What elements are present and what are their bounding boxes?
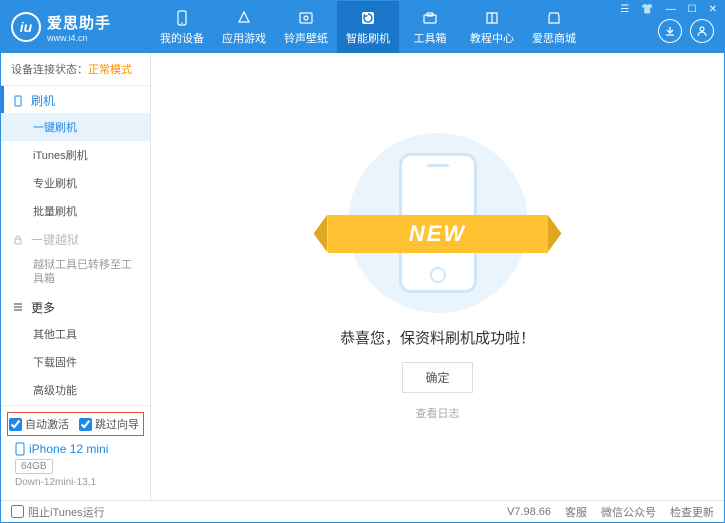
- sidebar-section-jailbreak: 一键越狱: [1, 225, 150, 252]
- section-label: 刷机: [31, 92, 55, 109]
- brand-domain: www.i4.cn: [47, 33, 111, 43]
- section-label: 一键越狱: [31, 231, 79, 248]
- sidebar-item-download-firmware[interactable]: 下载固件: [1, 348, 150, 376]
- nav-ringtones[interactable]: 铃声壁纸: [275, 1, 337, 53]
- phone-icon: [15, 442, 25, 456]
- phone-icon: [173, 9, 191, 27]
- ribbon-text: NEW: [328, 215, 548, 253]
- nav-toolbox[interactable]: 工具箱: [399, 1, 461, 53]
- phone-icon: [11, 94, 25, 108]
- section-label: 更多: [31, 299, 55, 316]
- lock-icon: [11, 233, 25, 247]
- sidebar-item-itunes-flash[interactable]: iTunes刷机: [1, 141, 150, 169]
- checkbox-skip-guide[interactable]: 跳过向导: [79, 416, 139, 432]
- close-button[interactable]: ✕: [706, 3, 720, 16]
- connection-status: 设备连接状态：正常模式: [1, 53, 150, 86]
- logo-icon: iu: [11, 12, 41, 42]
- window-controls: ☰ 👕 — ☐ ✕: [617, 3, 720, 16]
- nav-label: 铃声壁纸: [284, 30, 328, 46]
- check-update-link[interactable]: 检查更新: [670, 504, 714, 520]
- nav-store[interactable]: 爱思商城: [523, 1, 585, 53]
- sidebar-section-flash[interactable]: 刷机: [1, 86, 150, 113]
- sidebar: 设备连接状态：正常模式 刷机 一键刷机 iTunes刷机 专业刷机 批量刷机 一…: [1, 53, 151, 500]
- sidebar-item-other-tools[interactable]: 其他工具: [1, 320, 150, 348]
- version-label: V7.98.66: [507, 506, 551, 518]
- footer: 阻止iTunes运行 V7.98.66 客服 微信公众号 检查更新: [1, 500, 724, 522]
- sidebar-jailbreak-note: 越狱工具已转移至工具箱: [1, 252, 150, 293]
- nav-my-device[interactable]: 我的设备: [151, 1, 213, 53]
- device-model: Down-12mini-13,1: [15, 477, 136, 488]
- checkbox-block-itunes[interactable]: 阻止iTunes运行: [11, 504, 105, 520]
- refresh-icon: [359, 9, 377, 27]
- sidebar-item-pro-flash[interactable]: 专业刷机: [1, 169, 150, 197]
- apps-icon: [235, 9, 253, 27]
- checkbox-auto-activate[interactable]: 自动激活: [9, 416, 69, 432]
- minimize-button[interactable]: —: [663, 3, 679, 16]
- success-illustration: NEW: [348, 133, 528, 313]
- title-bar: iu 爱思助手 www.i4.cn 我的设备 应用游戏 铃声壁纸 智能刷机 工具…: [1, 1, 724, 53]
- view-log-link[interactable]: 查看日志: [416, 405, 460, 421]
- more-icon: [11, 300, 25, 314]
- wechat-link[interactable]: 微信公众号: [601, 504, 656, 520]
- book-icon: [483, 9, 501, 27]
- nav-label: 智能刷机: [346, 30, 390, 46]
- nav-label: 工具箱: [414, 30, 447, 46]
- brand-name: 爱思助手: [47, 12, 111, 33]
- maximize-button[interactable]: ☐: [685, 3, 700, 16]
- sidebar-section-more[interactable]: 更多: [1, 293, 150, 320]
- toolbox-icon: [421, 9, 439, 27]
- nav-label: 教程中心: [470, 30, 514, 46]
- nav-flash[interactable]: 智能刷机: [337, 1, 399, 53]
- store-icon: [545, 9, 563, 27]
- success-message: 恭喜您，保资料刷机成功啦！: [340, 327, 535, 348]
- nav-label: 爱思商城: [532, 30, 576, 46]
- download-button[interactable]: [658, 19, 682, 43]
- menu-button[interactable]: ☰: [617, 3, 632, 16]
- ribbon: NEW: [328, 215, 548, 253]
- options-row: 自动激活 跳过向导: [7, 412, 144, 436]
- ok-button[interactable]: 确定: [402, 362, 472, 393]
- nav-label: 我的设备: [160, 30, 204, 46]
- support-link[interactable]: 客服: [565, 504, 587, 520]
- device-storage: 64GB: [15, 459, 53, 474]
- sidebar-item-advanced[interactable]: 高级功能: [1, 376, 150, 404]
- sidebar-item-oneclick-flash[interactable]: 一键刷机: [1, 113, 150, 141]
- device-name: iPhone 12 mini: [29, 442, 108, 456]
- nav-tutorials[interactable]: 教程中心: [461, 1, 523, 53]
- skin-button[interactable]: 👕: [638, 3, 656, 16]
- nav-apps[interactable]: 应用游戏: [213, 1, 275, 53]
- user-button[interactable]: [690, 19, 714, 43]
- wallpaper-icon: [297, 9, 315, 27]
- logo-block: iu 爱思助手 www.i4.cn: [11, 12, 151, 43]
- nav-label: 应用游戏: [222, 30, 266, 46]
- main-content: NEW 恭喜您，保资料刷机成功啦！ 确定 查看日志: [151, 53, 724, 500]
- sidebar-item-batch-flash[interactable]: 批量刷机: [1, 197, 150, 225]
- device-block[interactable]: iPhone 12 mini 64GB Down-12mini-13,1: [7, 436, 144, 494]
